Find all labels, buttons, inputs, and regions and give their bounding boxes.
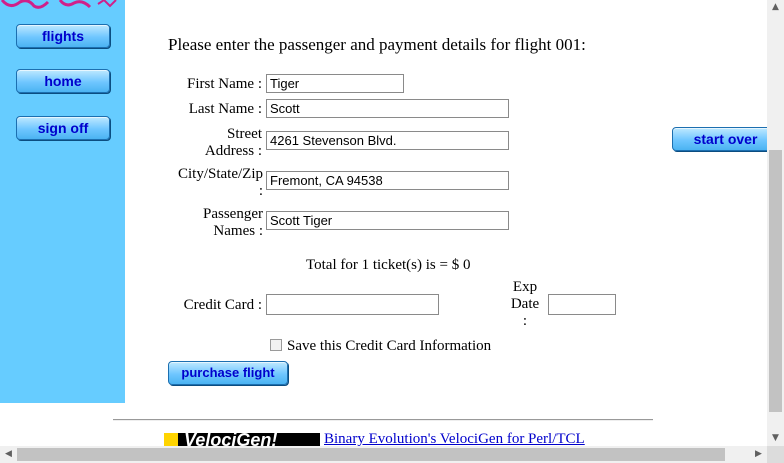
- exp-label-line-1: Exp: [512, 279, 538, 295]
- exp-label-line-3: :: [522, 313, 528, 329]
- sign-off-button[interactable]: sign off: [16, 116, 110, 140]
- exp-label-line-2: Date: [510, 296, 540, 312]
- passenger-label-line-1: Passenger: [203, 206, 263, 222]
- scroll-up-icon[interactable]: ▲: [767, 0, 784, 15]
- scroll-right-icon[interactable]: ▶: [750, 446, 767, 463]
- last-name-field[interactable]: [266, 99, 509, 118]
- first-name-field[interactable]: [266, 74, 404, 93]
- credit-card-field[interactable]: [266, 294, 439, 315]
- passenger-label-line-2: Names :: [213, 223, 263, 239]
- street-label-line-2: Address :: [204, 143, 262, 159]
- city-state-zip-field[interactable]: [266, 171, 509, 190]
- city-state-zip-label: City/State/Zip :: [160, 166, 263, 200]
- logo-flag-icon: [164, 433, 178, 447]
- city-label-line-1: City/State/Zip: [178, 166, 263, 182]
- horizontal-scroll-thumb[interactable]: [17, 448, 725, 461]
- credit-card-label: Credit Card :: [183, 297, 262, 313]
- street-label: Street Address :: [170, 126, 262, 160]
- velocigen-logo[interactable]: VelociGen!: [164, 433, 320, 447]
- street-label-line-1: Street: [227, 126, 262, 142]
- purchase-flight-button[interactable]: purchase flight: [168, 361, 288, 385]
- ticket-total: Total for 1 ticket(s) is = $ 0: [306, 257, 471, 273]
- home-button[interactable]: home: [16, 69, 110, 93]
- logo-text: VelociGen!: [184, 433, 278, 447]
- vertical-scrollbar[interactable]: ▲ ▼: [767, 0, 784, 446]
- sidebar: [0, 0, 125, 403]
- horizontal-scrollbar[interactable]: ◀ ▶: [0, 446, 767, 463]
- vertical-scroll-thumb[interactable]: [769, 150, 782, 412]
- start-over-button[interactable]: start over: [672, 127, 779, 151]
- save-card-label: Save this Credit Card Information: [287, 338, 492, 354]
- scroll-down-icon[interactable]: ▼: [767, 431, 784, 446]
- exp-date-field[interactable]: [548, 294, 616, 315]
- first-name-label: First Name :: [187, 76, 262, 92]
- city-label-line-2: :: [258, 183, 263, 199]
- footer-divider: [113, 419, 653, 421]
- logo-fragment: [0, 0, 125, 10]
- scrollbar-corner: [767, 446, 784, 463]
- exp-date-label: Exp Date :: [505, 279, 545, 330]
- passenger-names-label: Passenger Names :: [170, 206, 263, 240]
- page-intro: Please enter the passenger and payment d…: [168, 35, 586, 54]
- scroll-left-icon[interactable]: ◀: [0, 446, 17, 463]
- last-name-label: Last Name :: [188, 101, 262, 117]
- passenger-names-field[interactable]: [266, 211, 509, 230]
- flights-button[interactable]: flights: [16, 24, 110, 48]
- save-card-checkbox[interactable]: [270, 339, 282, 351]
- street-address-field[interactable]: [266, 131, 509, 150]
